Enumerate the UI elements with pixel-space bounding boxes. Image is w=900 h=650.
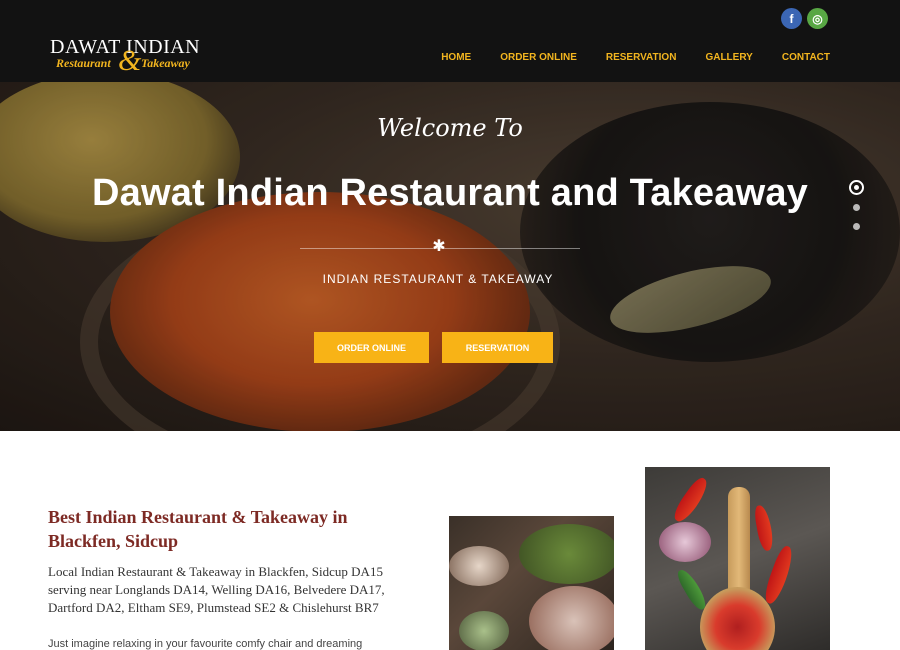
tripadvisor-icon[interactable]: ◎ (807, 8, 828, 29)
facebook-icon[interactable]: f (781, 8, 802, 29)
slider-dot-1[interactable] (849, 180, 864, 195)
section-body: Just imagine relaxing in your favourite … (48, 638, 363, 650)
hero-title: Dawat Indian Restaurant and Takeaway (91, 172, 809, 214)
herb-sprig (459, 611, 509, 650)
herb-bowl (519, 524, 614, 584)
nav-contact[interactable]: CONTACT (782, 52, 830, 63)
hero-order-online-button[interactable]: ORDER ONLINE (314, 332, 429, 363)
hero-slider: Welcome To Dawat Indian Restaurant and T… (0, 82, 900, 431)
green-chili (674, 566, 710, 613)
section-title: Best Indian Restaurant & Takeaway in Bla… (48, 507, 348, 551)
spices-photo (449, 516, 614, 650)
section-intro: Local Indian Restaurant & Takeaway in Bl… (48, 564, 385, 615)
red-chili-2 (753, 504, 775, 552)
slider-dot-2[interactable] (853, 204, 860, 211)
red-chili-1 (670, 474, 712, 526)
garlic-clove (659, 522, 711, 562)
logo-takeaway: Takeaway (141, 56, 190, 70)
hero-reservation-button[interactable]: RESERVATION (442, 332, 553, 363)
logo-ampersand: & (118, 44, 142, 77)
site-header: DAWAT INDIAN Restaurant & Takeaway f ◎ H… (0, 0, 900, 82)
slider-dot-3[interactable] (853, 223, 860, 230)
chili-spoon-photo (645, 467, 830, 650)
nav-gallery[interactable]: GALLERY (705, 52, 752, 63)
logo[interactable]: DAWAT INDIAN Restaurant & Takeaway (50, 36, 210, 77)
garlic-bowl (529, 586, 614, 650)
flower-icon: ✱ (432, 238, 446, 255)
red-chili-3 (761, 544, 797, 606)
peppercorns-in-spoon (700, 587, 775, 650)
nav-reservation[interactable]: RESERVATION (606, 52, 677, 63)
logo-restaurant: Restaurant (56, 56, 111, 70)
nav-order-online[interactable]: ORDER ONLINE (500, 52, 577, 63)
nav-home[interactable]: HOME (441, 52, 471, 63)
shallot (449, 546, 509, 586)
main-nav: HOME ORDER ONLINE RESERVATION GALLERY CO… (441, 52, 830, 63)
hero-welcome: Welcome To (377, 114, 523, 142)
hero-subtitle: INDIAN RESTAURANT & TAKEAWAY (322, 272, 554, 286)
